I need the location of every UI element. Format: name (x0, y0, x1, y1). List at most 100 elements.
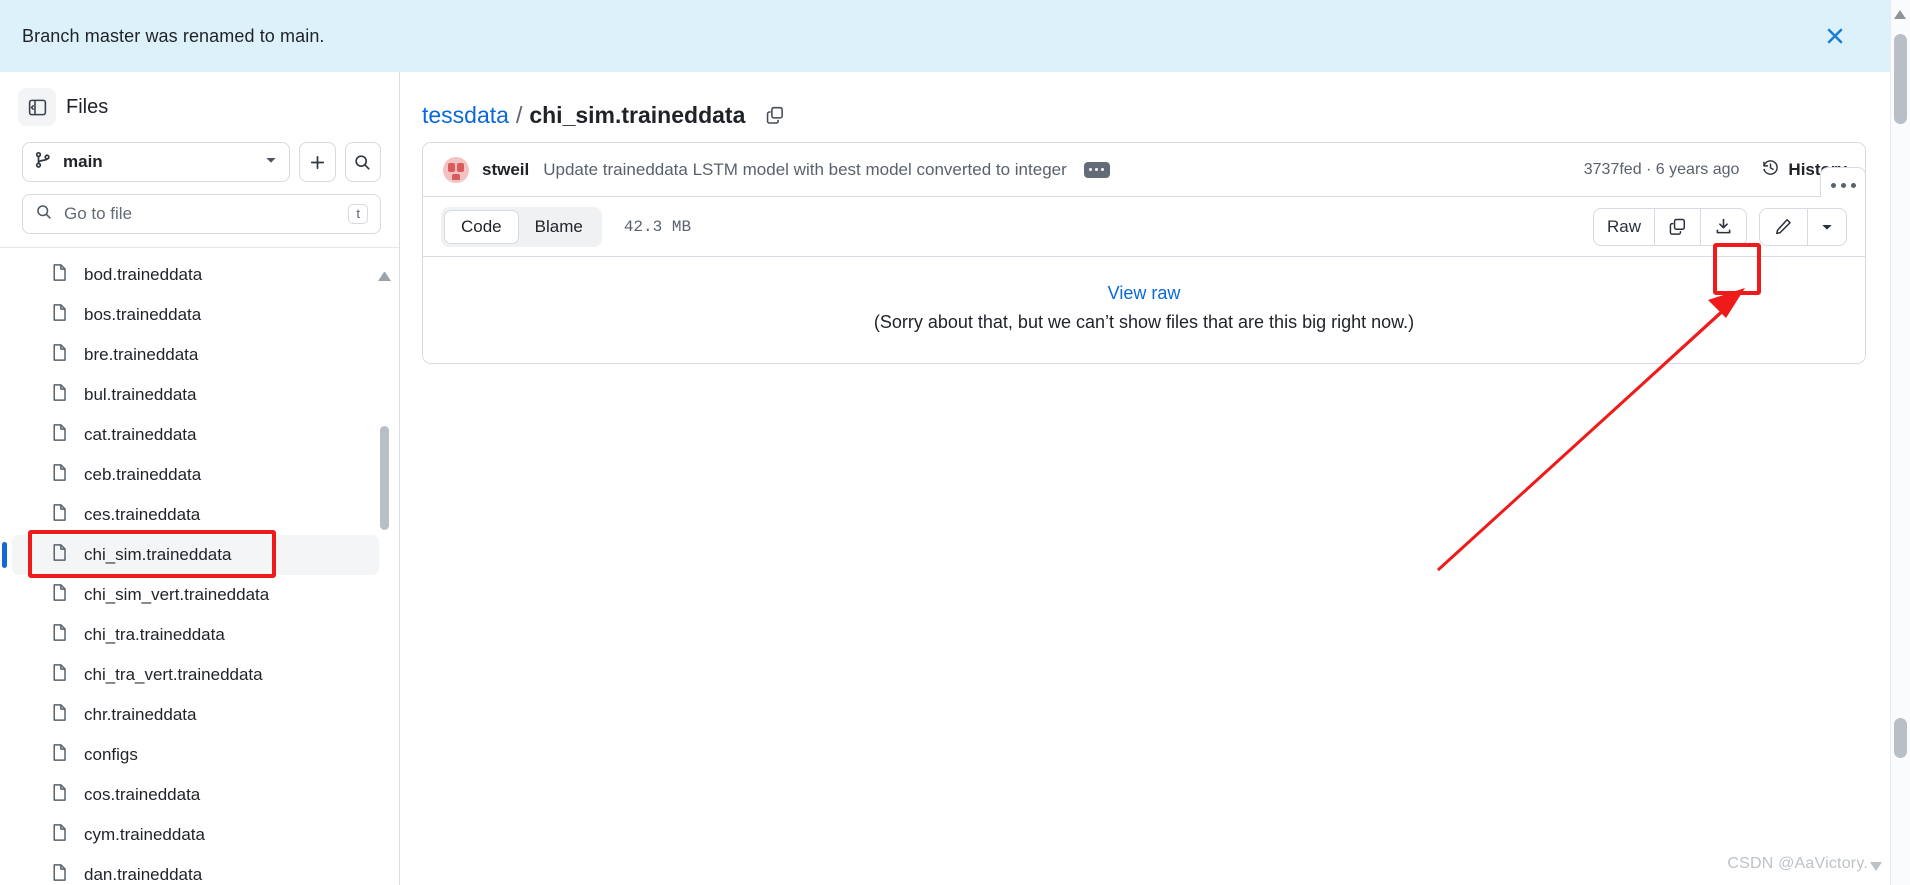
kebab-dot (1840, 182, 1846, 188)
breadcrumb: tessdata / chi_sim.traineddata (422, 72, 1866, 134)
file-name-label: configs (84, 745, 138, 764)
view-raw-link[interactable]: View raw (1108, 283, 1181, 304)
file-list-item[interactable]: cym.traineddata (12, 815, 379, 855)
file-icon (50, 263, 69, 287)
sidebar-collapse-icon[interactable] (18, 88, 56, 126)
file-icon (50, 383, 69, 407)
banner-message: Branch master was renamed to main. (22, 25, 325, 46)
file-icon (50, 863, 69, 882)
file-tree-list[interactable]: bod.traineddata bos.traineddata bre.traine… (0, 248, 399, 882)
ellipsis-icon[interactable] (1083, 161, 1110, 178)
file-icon (50, 503, 69, 527)
toolbar-actions: Raw (1592, 207, 1847, 246)
file-list-item[interactable]: bre.traineddata (12, 335, 379, 375)
file-icon (50, 583, 69, 607)
breadcrumb-folder-link[interactable]: tessdata (422, 102, 509, 129)
kebab-dot (1830, 182, 1836, 188)
file-icon (50, 623, 69, 647)
file-list-item[interactable]: chi_tra_vert.traineddata (12, 655, 379, 695)
commit-hash-and-age[interactable]: 3737fed · 6 years ago (1584, 161, 1740, 179)
file-list-item[interactable]: bod.traineddata (12, 255, 379, 295)
file-name-label: dan.traineddata (84, 865, 203, 882)
search-icon (35, 203, 53, 226)
page-scrollbar-thumb[interactable] (1894, 34, 1907, 124)
copy-icon[interactable] (765, 105, 785, 125)
file-name-label: chi_sim.traineddata (84, 545, 232, 564)
file-list-item[interactable]: bos.traineddata (12, 295, 379, 335)
commit-message[interactable]: Update traineddata LSTM model with best … (543, 160, 1067, 180)
sidebar-controls: main (0, 136, 399, 182)
file-name-label: chi_tra.traineddata (84, 625, 225, 644)
page-scroll-up-arrow[interactable] (1894, 10, 1906, 19)
page-title: Files (66, 95, 109, 118)
file-card: stweil Update traineddata LSTM model wit… (422, 142, 1866, 364)
file-name-label: chi_tra_vert.traineddata (84, 665, 263, 684)
file-list-item-selected[interactable]: chi_sim.traineddata (2, 535, 379, 575)
chevron-down-icon[interactable] (1808, 209, 1846, 245)
file-icon (50, 743, 69, 767)
file-icon (50, 343, 69, 367)
file-icon (50, 663, 69, 687)
file-list-item[interactable]: chr.traineddata (12, 695, 379, 735)
watermark-triangle-icon (1870, 861, 1882, 871)
search-button[interactable] (344, 142, 381, 182)
pencil-edit-icon[interactable] (1760, 208, 1808, 245)
file-list-item[interactable]: chi_sim_vert.traineddata (12, 575, 379, 615)
download-icon[interactable] (1701, 209, 1746, 245)
tab-code[interactable]: Code (444, 209, 519, 244)
selected-indicator (2, 542, 7, 568)
file-name-label: chr.traineddata (84, 705, 197, 724)
sidebar-scrollbar-thumb[interactable] (380, 426, 389, 530)
copy-raw-icon[interactable] (1655, 208, 1701, 245)
close-icon[interactable] (1818, 19, 1852, 53)
file-icon (50, 783, 69, 807)
too-big-note: (Sorry about that, but we can’t show fil… (873, 312, 1415, 332)
file-name-label: bod.traineddata (84, 265, 203, 284)
watermark: CSDN @AaVictory. (1727, 855, 1882, 873)
add-file-button[interactable] (299, 142, 336, 182)
file-icon (50, 543, 69, 567)
file-list-item[interactable]: ces.traineddata (12, 495, 379, 535)
files-sidebar: Files main Go to file t bod.traineddata … (0, 72, 400, 885)
watermark-text: CSDN @AaVictory. (1727, 855, 1868, 872)
file-name-label: cym.traineddata (84, 825, 205, 844)
file-name-label: cat.traineddata (84, 425, 197, 444)
file-list-item[interactable]: configs (12, 735, 379, 775)
avatar[interactable] (443, 156, 469, 183)
file-name-label: bre.traineddata (84, 345, 199, 364)
file-list-item[interactable]: cat.traineddata (12, 415, 379, 455)
file-icon (50, 303, 69, 327)
commit-author-link[interactable]: stweil (482, 160, 529, 180)
go-to-file-input[interactable]: Go to file t (22, 194, 381, 234)
breadcrumb-separator: / (515, 101, 523, 128)
file-list-item[interactable]: cos.traineddata (12, 775, 379, 815)
file-icon (50, 463, 69, 487)
file-list-item[interactable]: chi_tra.traineddata (12, 615, 379, 655)
branch-selector[interactable]: main (22, 142, 290, 182)
file-name-label: ces.traineddata (84, 505, 201, 524)
branch-name-label: main (63, 152, 103, 171)
file-name-label: chi_sim_vert.traineddata (84, 585, 270, 604)
file-list-item[interactable]: dan.traineddata (12, 855, 379, 882)
file-view-main: tessdata / chi_sim.traineddata stweil Up… (400, 72, 1890, 885)
file-list-item[interactable]: ceb.traineddata (12, 455, 379, 495)
branch-rename-banner: Branch master was renamed to main. (0, 0, 1890, 72)
breadcrumb-filename: chi_sim.traineddata (529, 101, 746, 128)
raw-copy-download-group: Raw (1592, 207, 1747, 246)
tab-blame[interactable]: Blame (519, 211, 599, 243)
code-blame-tabs[interactable]: Code Blame (441, 206, 602, 247)
file-name-label: bos.traineddata (84, 305, 202, 324)
latest-commit-row: stweil Update traineddata LSTM model wit… (423, 143, 1865, 197)
sidebar-header: Files (0, 72, 399, 136)
page-scrollbar-thumb-lower[interactable] (1894, 718, 1907, 758)
file-list-item[interactable]: bul.traineddata (12, 375, 379, 415)
go-to-file-shortcut: t (348, 204, 368, 224)
content-area: Files main Go to file t bod.traineddata … (0, 72, 1890, 885)
screenshot-root: Branch master was renamed to main. Files (0, 0, 1910, 885)
raw-button[interactable]: Raw (1594, 208, 1655, 245)
history-clock-icon (1761, 158, 1780, 182)
file-name-label: cos.traineddata (84, 785, 201, 804)
sidebar-scrollbar-track[interactable] (380, 268, 389, 830)
file-name-label: bul.traineddata (84, 385, 197, 404)
go-to-file-placeholder: Go to file (64, 204, 133, 223)
